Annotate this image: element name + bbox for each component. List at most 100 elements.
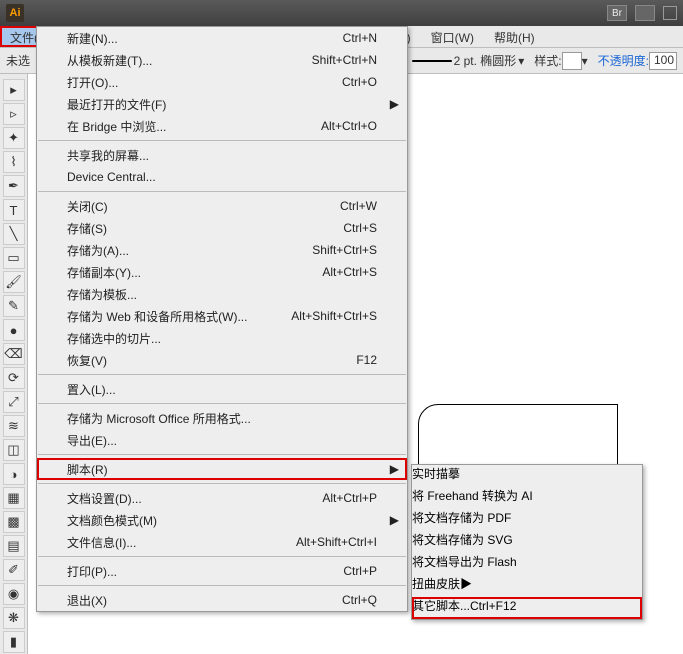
menu-item-label: 退出(X) [67,592,107,609]
menu-item-label: 共享我的屏幕... [67,147,149,164]
menu-item-shortcut: Shift+Ctrl+S [312,243,377,257]
lasso-tool-icon[interactable]: ⌇ [3,151,25,173]
submenu-arrow-icon: ▶ [390,97,399,111]
pen-tool-icon[interactable]: ✒ [3,175,25,197]
direct-select-tool-icon[interactable]: ▹ [3,103,25,125]
column-graph-tool-icon[interactable]: ▮ [3,631,25,653]
symbol-sprayer-tool-icon[interactable]: ❋ [3,607,25,629]
file-menu-item[interactable]: 存储为(A)... Shift+Ctrl+S [37,239,407,261]
file-menu-item[interactable]: 存储(S) Ctrl+S [37,217,407,239]
file-menu-item[interactable]: 存储为 Microsoft Office 所用格式... [37,407,407,429]
bridge-icon[interactable]: Br [607,5,627,21]
file-menu-item[interactable]: 从模板新建(T)...Shift+Ctrl+N [37,49,407,71]
menu-item-label: 实时描摹 [412,467,460,481]
file-menu-item[interactable]: 恢复(V)F12 [37,349,407,371]
file-menu-item[interactable]: 退出(X)Ctrl+Q [37,589,407,611]
menu-window[interactable]: 窗口(W) [421,26,484,47]
file-menu-item[interactable]: 新建(N)... Ctrl+N [37,27,407,49]
menu-item-label: 存储选中的切片... [67,330,161,347]
script-submenu-item[interactable]: 将文档存储为 PDF [412,509,642,531]
menu-separator [38,191,406,192]
file-menu-item[interactable]: 导出(E)... [37,429,407,451]
file-menu-item[interactable]: 存储为模板... [37,283,407,305]
stroke-profile[interactable]: 2 pt. 椭圆形 ▾ [412,52,525,69]
menu-item-label: 存储(S) [67,220,107,237]
menu-item-shortcut: Shift+Ctrl+N [312,53,377,67]
menu-separator [38,556,406,557]
script-submenu-item[interactable]: 实时描摹 [412,465,642,487]
menu-item-label: 存储为 Microsoft Office 所用格式... [67,410,251,427]
script-submenu-item[interactable]: 将文档存储为 SVG [412,531,642,553]
menu-item-label: 将 Freehand 转换为 AI [412,489,533,503]
menu-help[interactable]: 帮助(H) [484,26,545,47]
submenu-arrow-icon: ▶ [390,513,399,527]
menu-separator [38,403,406,404]
mesh-tool-icon[interactable]: ▩ [3,511,25,533]
free-transform-tool-icon[interactable]: ◫ [3,439,25,461]
toolbox: ▸ ▹ ✦ ⌇ ✒ T ╲ ▭ 🖌 ✎ ● ⌫ ⟳ ⤢ ≋ ◫ ◑ ▦ ▩ ▤ … [0,74,28,654]
menu-separator [38,585,406,586]
menu-item-label: 存储为模板... [67,286,137,303]
script-submenu-item[interactable]: 扭曲皮肤▶ [412,575,642,597]
rectangle-tool-icon[interactable]: ▭ [3,247,25,269]
file-menu-item[interactable]: 置入(L)... [37,378,407,400]
opacity-label[interactable]: 不透明度: [598,52,649,69]
file-menu-item[interactable]: Device Central... [37,166,407,188]
menu-item-label: 存储为 Web 和设备所用格式(W)... [67,308,247,325]
opacity-input[interactable]: 100 [649,52,677,70]
script-submenu-item[interactable]: 将 Freehand 转换为 AI [412,487,642,509]
workspace-switcher-icon[interactable] [635,5,655,21]
file-menu-item[interactable]: 存储副本(Y)...Alt+Ctrl+S [37,261,407,283]
menu-item-label: 置入(L)... [67,381,116,398]
paintbrush-tool-icon[interactable]: 🖌 [3,271,25,293]
file-menu-item[interactable]: 共享我的屏幕... [37,144,407,166]
scale-tool-icon[interactable]: ⤢ [3,391,25,413]
menu-item-label: 存储为(A)... [67,242,129,259]
style-swatch[interactable] [562,52,582,70]
menu-item-shortcut: Ctrl+P [343,564,377,578]
script-submenu-item[interactable]: 将文档导出为 Flash [412,553,642,575]
menu-item-label: 新建(N)... [67,30,118,47]
file-menu-item[interactable]: 打开(O)...Ctrl+O [37,71,407,93]
file-menu-item[interactable]: 脚本(R)▶ [37,458,407,480]
menu-item-label: 文件信息(I)... [67,534,136,551]
file-menu-item[interactable]: 存储为 Web 和设备所用格式(W)...Alt+Shift+Ctrl+S [37,305,407,327]
file-menu-item[interactable]: 打印(P)... Ctrl+P [37,560,407,582]
pencil-tool-icon[interactable]: ✎ [3,295,25,317]
chevron-down-icon: ▾ [582,54,588,68]
blend-tool-icon[interactable]: ◉ [3,583,25,605]
file-menu-item[interactable]: 最近打开的文件(F)▶ [37,93,407,115]
menu-item-label: 将文档导出为 Flash [412,555,517,569]
width-tool-icon[interactable]: ≋ [3,415,25,437]
eyedropper-tool-icon[interactable]: ✐ [3,559,25,581]
perspective-tool-icon[interactable]: ▦ [3,487,25,509]
line-tool-icon[interactable]: ╲ [3,223,25,245]
menu-item-label: 将文档存储为 PDF [412,511,511,525]
blob-brush-tool-icon[interactable]: ● [3,319,25,341]
rotate-tool-icon[interactable]: ⟳ [3,367,25,389]
file-menu-item[interactable]: 存储选中的切片... [37,327,407,349]
file-menu-item[interactable]: 关闭(C)Ctrl+W [37,195,407,217]
script-submenu-item[interactable]: 其它脚本...Ctrl+F12 [412,597,642,619]
menu-separator [38,374,406,375]
script-submenu: 实时描摹将 Freehand 转换为 AI 将文档存储为 PDF 将文档存储为 SV… [411,464,643,620]
menu-item-label: 打印(P)... [67,563,117,580]
search-icon[interactable] [663,6,677,20]
menu-item-label: 将文档存储为 SVG [412,533,513,547]
file-menu-item[interactable]: 文档颜色模式(M)▶ [37,509,407,531]
magic-wand-tool-icon[interactable]: ✦ [3,127,25,149]
menu-item-shortcut: Alt+Shift+Ctrl+I [296,535,377,549]
file-menu-item[interactable]: 在 Bridge 中浏览...Alt+Ctrl+O [37,115,407,137]
file-menu-item[interactable]: 文件信息(I)... Alt+Shift+Ctrl+I [37,531,407,553]
selection-tool-icon[interactable]: ▸ [3,79,25,101]
menu-item-shortcut: Ctrl+N [343,31,377,45]
shape-builder-tool-icon[interactable]: ◑ [3,463,25,485]
menu-item-label: 导出(E)... [67,432,117,449]
file-menu-item[interactable]: 文档设置(D)...Alt+Ctrl+P [37,487,407,509]
eraser-tool-icon[interactable]: ⌫ [3,343,25,365]
submenu-arrow-icon: ▶ [390,462,399,476]
menu-item-shortcut: Ctrl+S [343,221,377,235]
menu-item-shortcut: Alt+Ctrl+S [322,265,377,279]
type-tool-icon[interactable]: T [3,199,25,221]
gradient-tool-icon[interactable]: ▤ [3,535,25,557]
